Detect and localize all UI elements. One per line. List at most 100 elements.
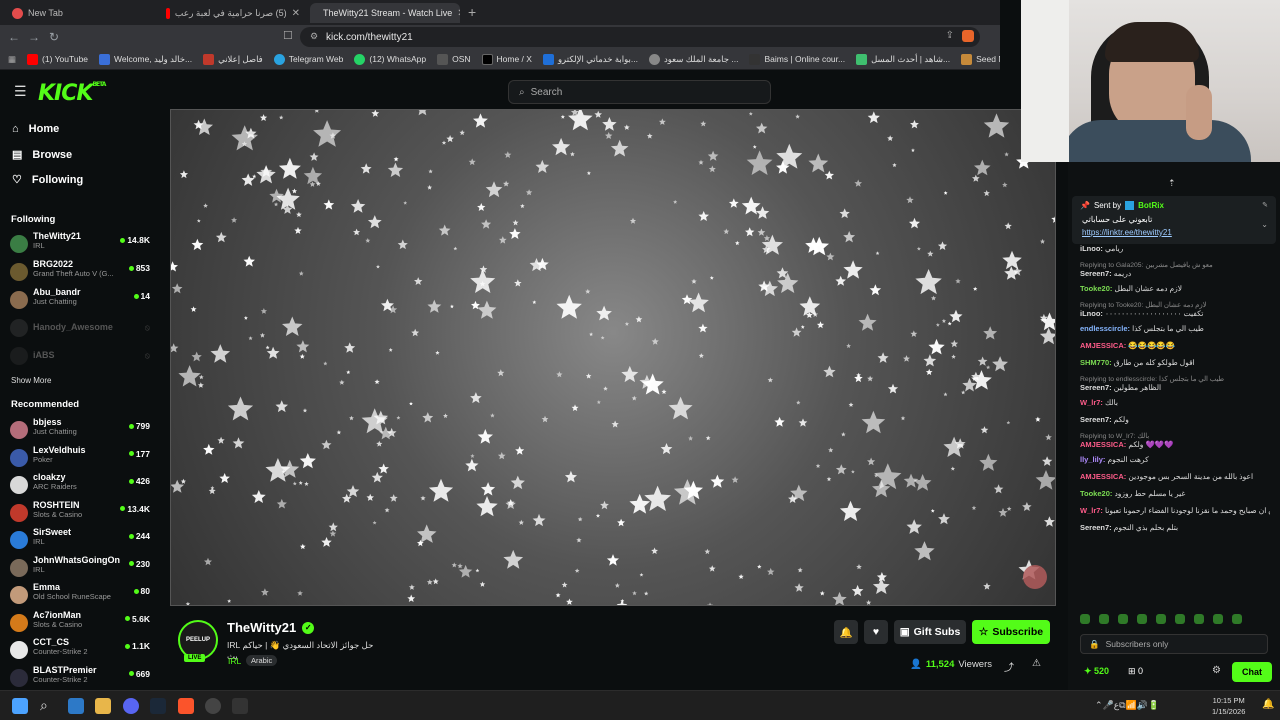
emote-icon[interactable] bbox=[1156, 614, 1166, 624]
tab-youtube-video[interactable]: (5) صرنا حرامية في لعبة رعب ✕ bbox=[158, 3, 308, 23]
chat-username[interactable]: lly_lily: bbox=[1080, 455, 1105, 464]
clock[interactable]: 10:15 PM 1/15/2026 bbox=[1212, 695, 1245, 717]
chat-username[interactable]: W_lr7: bbox=[1080, 398, 1103, 407]
chat-message[interactable]: Replying to W_lr7: بالك AMJESSICA: ولكم 💜… bbox=[1080, 432, 1270, 449]
bookmark-item[interactable]: Welcome, خالد وليد... bbox=[99, 53, 192, 65]
chat-username[interactable]: Sereen7: bbox=[1080, 415, 1112, 424]
follow-heart-button[interactable]: ♥ bbox=[864, 620, 888, 644]
settings-gear-icon[interactable]: ⚙ bbox=[1212, 665, 1221, 676]
chat-message[interactable]: lly_lily: كرهت النجوم bbox=[1080, 455, 1270, 464]
show-more-link[interactable]: Show More bbox=[11, 376, 51, 385]
brave-shield-icon[interactable] bbox=[962, 30, 974, 42]
sidebar-channel[interactable]: ROSHTEIN Slots & Casino 13.4K bbox=[10, 500, 150, 528]
chat-username[interactable]: iLnoo: bbox=[1080, 244, 1103, 253]
system-tray[interactable]: ⌃🎤ع⧉📶🔊🔋 bbox=[1095, 700, 1159, 711]
video-player[interactable] bbox=[170, 109, 1056, 606]
chat-message[interactable]: iLnoo: ريامي bbox=[1080, 244, 1270, 253]
chat-message[interactable]: W_lr7: شذا يمشي فوق ان صبايح وحمد ما نقز… bbox=[1080, 506, 1270, 515]
chat-message[interactable]: Tooke20: لازم دمه عشان البطل bbox=[1080, 284, 1270, 293]
steam-icon[interactable] bbox=[150, 698, 166, 714]
url-bar[interactable]: ⚙ kick.com/thewitty21 ⇪ bbox=[300, 27, 980, 47]
chat-username[interactable]: SHM770: bbox=[1080, 358, 1112, 367]
language-tag[interactable]: Arabic bbox=[246, 655, 278, 666]
chat-message[interactable]: W_lr7: بالك bbox=[1080, 398, 1270, 407]
hamburger-menu-icon[interactable]: ☰ bbox=[14, 83, 27, 100]
chat-message[interactable]: Replying to Gala205: معو ش يافيصل مشربين… bbox=[1080, 261, 1270, 278]
sidebar-channel[interactable]: Abu_bandr Just Chatting 14 bbox=[10, 287, 150, 315]
chat-username[interactable]: iLnoo: bbox=[1080, 309, 1103, 318]
chat-username[interactable]: Sereen7: bbox=[1080, 523, 1112, 532]
chat-username[interactable]: Sereen7: bbox=[1080, 383, 1112, 392]
chat-username[interactable]: endlesscircle: bbox=[1080, 324, 1130, 333]
sidebar-channel[interactable]: bbjess Just Chatting 799 bbox=[10, 417, 150, 445]
windows-start-icon[interactable] bbox=[12, 698, 28, 714]
channel-points[interactable]: ✦ 520 bbox=[1084, 666, 1109, 677]
notification-bell-button[interactable]: 🔔 bbox=[834, 620, 858, 644]
emote-icon[interactable] bbox=[1137, 614, 1147, 624]
obs-icon[interactable] bbox=[205, 698, 221, 714]
sidebar-channel[interactable]: Emma Old School RuneScape 80 bbox=[10, 582, 150, 610]
site-info-icon[interactable]: ⚙ bbox=[310, 31, 318, 42]
sidebar-channel[interactable]: Hanody_Awesome ⦸ bbox=[10, 315, 150, 343]
search-input[interactable]: ⌕ Search bbox=[508, 80, 771, 104]
chat-input[interactable]: 🔒 Subscribers only bbox=[1080, 634, 1268, 654]
bookmark-item[interactable]: Baims | Online cour... bbox=[749, 53, 845, 65]
sidebar-channel[interactable]: BLASTPremier Counter-Strike 2 669 bbox=[10, 665, 150, 693]
unpin-icon[interactable]: ✎ bbox=[1262, 201, 1268, 209]
emote-icon[interactable] bbox=[1232, 614, 1242, 624]
nav-browse[interactable]: ▤ Browse bbox=[12, 148, 72, 162]
stream-category[interactable]: IRL bbox=[228, 656, 241, 666]
chevron-down-icon[interactable]: ⌄ bbox=[1261, 220, 1268, 229]
bookmark-icon[interactable]: ☐ bbox=[283, 29, 293, 42]
chat-message[interactable]: SHM770: اقول طولكو كله من طارق bbox=[1080, 358, 1270, 367]
chat-collapse-icon[interactable]: ⇡ bbox=[1168, 178, 1176, 189]
sidebar-channel[interactable]: iABS ⦸ bbox=[10, 343, 150, 371]
chat-username[interactable]: Sereen7: bbox=[1080, 269, 1112, 278]
bookmark-item[interactable]: شاهد | أحدث المسل... bbox=[856, 53, 950, 65]
chat-username[interactable]: W_lr7: bbox=[1080, 506, 1103, 515]
chat-username[interactable]: Tooke20: bbox=[1080, 489, 1112, 498]
nav-following[interactable]: ♡ Following bbox=[12, 173, 83, 187]
emote-icon[interactable] bbox=[1099, 614, 1109, 624]
subscribe-button[interactable]: ☆ Subscribe bbox=[972, 620, 1050, 644]
bookmark-item[interactable]: جامعة الملك سعود ... bbox=[648, 53, 738, 65]
emote-icon[interactable] bbox=[1213, 614, 1223, 624]
pinned-link[interactable]: https://linktr.ee/thewitty21 bbox=[1082, 228, 1172, 237]
bookmark-item[interactable]: فاصل إعلاني bbox=[203, 53, 263, 65]
chat-username[interactable]: AMJESSICA: bbox=[1080, 472, 1126, 481]
app-icon[interactable] bbox=[232, 698, 248, 714]
bookmark-item[interactable]: بوابة خدماتي الإلكترو... bbox=[542, 53, 638, 65]
close-tab-icon[interactable]: ✕ bbox=[292, 8, 300, 19]
forward-arrow-icon[interactable]: → bbox=[24, 30, 44, 44]
sidebar-channel[interactable]: JohnWhatsGoingOn IRL 230 bbox=[10, 555, 150, 583]
chat-message[interactable]: Sereen7: بتلم بحلم بذي النجوم bbox=[1080, 523, 1270, 532]
emote-icon[interactable] bbox=[1080, 614, 1090, 624]
sidebar-channel[interactable]: TheWitty21 IRL 14.8K bbox=[10, 231, 150, 259]
kicks-count[interactable]: ⊞ 0 bbox=[1128, 666, 1143, 677]
chat-username[interactable]: AMJESSICA: bbox=[1080, 341, 1126, 350]
close-tab-icon[interactable]: ✕ bbox=[457, 8, 460, 19]
chat-username[interactable]: AMJESSICA: bbox=[1080, 440, 1126, 449]
bookmark-item[interactable]: OSN bbox=[437, 53, 471, 65]
channel-name[interactable]: TheWitty21 ✓ bbox=[227, 620, 315, 635]
sidebar-channel[interactable]: LexVeldhuis Poker 177 bbox=[10, 445, 150, 473]
chat-message[interactable]: AMJESSICA: 😂😂😂😂😂 bbox=[1080, 341, 1270, 350]
reload-icon[interactable]: ↻ bbox=[44, 30, 64, 44]
bookmark-item[interactable]: Seed Map - Minecra... bbox=[961, 53, 1000, 65]
sidebar-channel[interactable]: Ac7ionMan Slots & Casino 5.6K bbox=[10, 610, 150, 638]
sidebar-channel[interactable]: BRG2022 Grand Theft Auto V (G... 853 bbox=[10, 259, 150, 287]
kick-logo[interactable]: KICKBETA bbox=[38, 81, 106, 106]
new-tab-plus-icon[interactable]: + bbox=[468, 4, 476, 20]
notifications-icon[interactable]: 🔔 bbox=[1262, 699, 1274, 710]
sidebar-channel[interactable]: CCT_CS Counter-Strike 2 1.1K bbox=[10, 637, 150, 665]
discord-icon[interactable] bbox=[123, 698, 139, 714]
apps-grid-icon[interactable]: ▦ bbox=[8, 54, 16, 65]
task-view-icon[interactable] bbox=[68, 698, 84, 714]
tab-new-tab[interactable]: New Tab bbox=[4, 3, 154, 23]
sidebar-channel[interactable]: SirSweet IRL 244 bbox=[10, 527, 150, 555]
chat-message[interactable]: AMJESSICA: اعوذ بالله من مدينة السحر بس … bbox=[1080, 472, 1270, 481]
chat-message[interactable]: Replying to endlesscircle: طيب الي ما بت… bbox=[1080, 375, 1270, 392]
tab-kick-stream[interactable]: TheWitty21 Stream - Watch Live ✕ bbox=[310, 3, 460, 23]
brave-browser-icon[interactable] bbox=[178, 698, 194, 714]
chat-message[interactable]: endlesscircle: طيب الي ما بتجلس كذا bbox=[1080, 324, 1270, 333]
